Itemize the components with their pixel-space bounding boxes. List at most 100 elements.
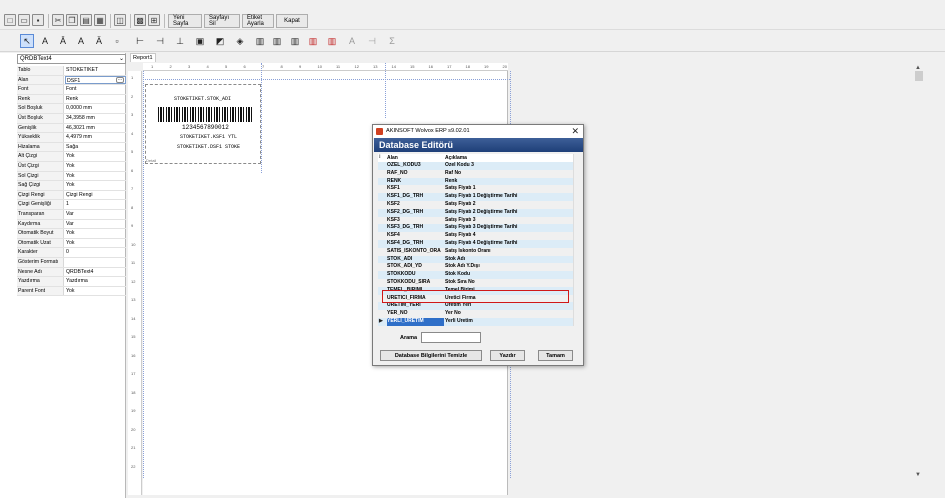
table-row[interactable]: ▶ YERLI_URETIM Yerli Üretim	[378, 318, 573, 326]
table-row[interactable]: URETIM_YERI Üretim Yeri	[378, 302, 573, 311]
property-row[interactable]: Alan DSF1...	[17, 75, 126, 86]
property-value[interactable]: 34,3958 mm	[65, 114, 126, 123]
property-row[interactable]: Çizgi Rengi Çizgi Rengi	[17, 190, 126, 201]
close-icon[interactable]: ✕	[571, 125, 579, 138]
table-row[interactable]: KSF3_DG_TRH Satış Fiyatı 3 Değiştirme Tar…	[378, 224, 573, 233]
property-value[interactable]: QRDBText4	[65, 268, 126, 277]
property-row[interactable]: Sağ Çizgi Yok	[17, 181, 126, 191]
ok-button[interactable]: Tamam	[538, 350, 573, 361]
property-value[interactable]: Font	[65, 85, 126, 94]
property-row[interactable]: Nesne Adı QRDBText4	[17, 267, 126, 278]
line-tool-icon[interactable]: ⊢	[133, 34, 147, 48]
vertical-scrollbar[interactable]: ▲ ▼	[913, 65, 925, 478]
property-row[interactable]: Karakter 0	[17, 248, 126, 258]
cut-icon[interactable]: ✂	[52, 14, 64, 26]
property-value[interactable]: Yok	[65, 229, 126, 238]
property-row[interactable]: Sol Boşluk 0,0000 mm	[17, 104, 126, 114]
table-row[interactable]: STOK_ADI_YD Stok Adı Y.Dışı	[378, 263, 573, 271]
table-row[interactable]: RAF_NO Raf No	[378, 170, 573, 178]
font-tool-icon[interactable]: A	[345, 34, 359, 48]
ellipsis-button[interactable]: ...	[116, 76, 124, 83]
price-text[interactable]: STOKETIKET.KSF1 YTL	[180, 134, 237, 140]
shape-tool-icon[interactable]: ▫	[110, 34, 124, 48]
property-value[interactable]: Renk	[65, 95, 126, 104]
expression-tool-icon[interactable]: A	[74, 34, 88, 48]
hline-tool-icon[interactable]: ⊣	[153, 34, 167, 48]
property-row[interactable]: Sol Çizgi Yok	[17, 171, 126, 182]
table-row[interactable]: KSF1 Satış Fiyatı 1	[378, 185, 573, 193]
property-row[interactable]: Gösterim Formatı	[17, 258, 126, 268]
property-row[interactable]: Alt Çizgi Yok	[17, 152, 126, 162]
align-tool-icon[interactable]: ⊣	[365, 34, 379, 48]
table-row[interactable]: STOK_ADI Stok Adı	[378, 255, 573, 264]
table-row[interactable]: YER_NO Yer No	[378, 310, 573, 318]
db-text-tool-icon[interactable]: Ā	[56, 34, 70, 48]
property-value[interactable]: 0	[65, 248, 126, 257]
preview-icon[interactable]: ◫	[114, 14, 126, 26]
property-value[interactable]: 46,3021 mm	[65, 124, 126, 133]
barcode-red2-tool-icon[interactable]: ▥	[325, 34, 339, 48]
barcode-tool-icon[interactable]: ▥	[253, 34, 267, 48]
rich-text-tool-icon[interactable]: Ä	[92, 34, 106, 48]
table-row[interactable]: KSF3 Satış Fiyatı 3	[378, 217, 573, 225]
label-settings-button[interactable]: Etiket Ayarla	[242, 14, 274, 28]
barcode-number-text[interactable]: 1234567890012	[182, 124, 229, 131]
property-row[interactable]: Otomatik Uzat Yok	[17, 238, 126, 249]
page-icon[interactable]: ▦	[94, 14, 106, 26]
property-row[interactable]: Kaydırma Var	[17, 219, 126, 230]
object-selector[interactable]: QRDBText4 ⌄	[17, 54, 126, 64]
property-row[interactable]: Üst Boşluk 34,3958 mm	[17, 114, 126, 124]
table-row[interactable]: KSF2 Satış Fiyatı 2	[378, 201, 573, 209]
label-band[interactable]: STOKETIKET.STOK_ADI 1234567890012 STOKET…	[145, 84, 261, 164]
new-page-button[interactable]: Yeni Sayfa	[168, 14, 202, 28]
vline-tool-icon[interactable]: ⊥	[173, 34, 187, 48]
scroll-down-icon[interactable]: ▼	[915, 472, 921, 478]
table-row[interactable]: STOKKODU Stok Kodu	[378, 271, 573, 279]
stok-adi-text[interactable]: STOKETIKET.STOK_ADI	[174, 96, 231, 102]
db-image-tool-icon[interactable]: ◩	[213, 34, 227, 48]
table-row[interactable]: KSF4_DG_TRH Satış Fiyatı 4 Değiştirme Tar…	[378, 240, 573, 248]
table-row[interactable]: STOKKODU_SIRA Stok Sıra No	[378, 279, 573, 287]
property-value[interactable]: Çizgi Rengi	[65, 191, 126, 200]
property-row[interactable]: Hizalama Sağa	[17, 142, 126, 153]
property-value[interactable]: Var	[65, 210, 126, 219]
table-row[interactable]: KSF1_DG_TRH Satış Fiyatı 1 Değiştirme Tar…	[378, 193, 573, 201]
image-tool-icon[interactable]: ▣	[193, 34, 207, 48]
print-button[interactable]: Yazdır	[490, 350, 525, 361]
property-value[interactable]: STOKETIKET	[65, 66, 126, 75]
scroll-thumb[interactable]	[915, 71, 923, 81]
property-row[interactable]: Yazdırma Yazdırma	[17, 277, 126, 287]
property-row[interactable]: Genişlik 46,3021 mm	[17, 123, 126, 134]
property-value[interactable]: Yok	[65, 152, 126, 161]
open-folder-icon[interactable]: ▭	[18, 14, 30, 26]
property-value[interactable]	[65, 258, 126, 267]
table-row[interactable]: RENK Renk	[378, 177, 573, 186]
text-tool-icon[interactable]: A	[38, 34, 52, 48]
property-value[interactable]: Yok	[65, 162, 126, 171]
property-row[interactable]: Otomatik Boyut Yok	[17, 229, 126, 239]
property-value[interactable]: 0,0000 mm	[65, 104, 126, 113]
grid-icon[interactable]: ▩	[134, 14, 146, 26]
property-value[interactable]: Yok	[65, 287, 126, 296]
property-row[interactable]: Yükseklik 4,4979 mm	[17, 133, 126, 143]
table-row[interactable]: OZEL_KODU3 Özel Kodu 3	[378, 162, 573, 170]
table-row[interactable]: SATIS_ISKONTO_ORA Satış İskonto Oranı	[378, 248, 573, 256]
copy-icon[interactable]: ❐	[66, 14, 78, 26]
property-value[interactable]: Yok	[65, 172, 126, 181]
barcode2-tool-icon[interactable]: ▥	[270, 34, 284, 48]
snap-icon[interactable]: ⊞	[148, 14, 160, 26]
barcode-red-tool-icon[interactable]: ▥	[306, 34, 320, 48]
bottom-text[interactable]: STOKETIKET.DSF1 STOKE	[177, 144, 240, 150]
property-row[interactable]: Üst Çizgi Yok	[17, 162, 126, 172]
property-row[interactable]: Çizgi Genişliği 1	[17, 200, 126, 210]
property-row[interactable]: Font Font	[17, 85, 126, 95]
grid-scrollbar[interactable]	[573, 154, 580, 326]
clear-database-button[interactable]: Database Bilgilerini Temizle	[380, 350, 482, 361]
property-value[interactable]: Yok	[65, 181, 126, 190]
tab-report1[interactable]: Report1	[130, 53, 156, 62]
dialog-titlebar[interactable]: AKINSOFT Wolvox ERP s9.02.01 ✕	[373, 125, 583, 138]
table-row[interactable]: KSF2_DG_TRH Satış Fiyatı 2 Değiştirme Tar…	[378, 208, 573, 217]
property-value[interactable]: 1	[65, 200, 126, 209]
barcode3-tool-icon[interactable]: ▥	[288, 34, 302, 48]
property-value[interactable]: Var	[65, 220, 126, 229]
